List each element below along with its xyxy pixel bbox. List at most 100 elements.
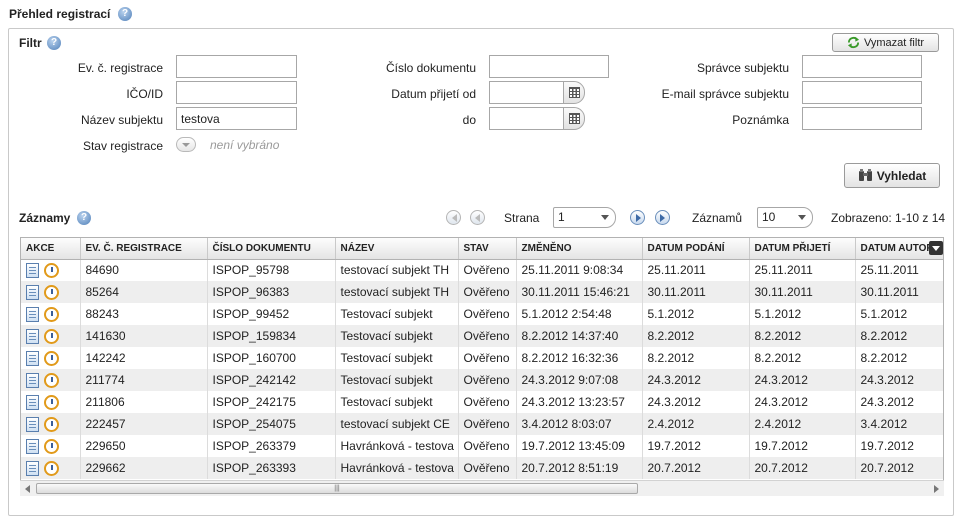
table-row[interactable]: 229662 ISPOP_263393 Havránková - testova Ov… (21, 457, 943, 479)
clock-icon[interactable] (44, 262, 59, 278)
cislo-dokumentu-input[interactable] (489, 55, 609, 78)
cell-datum-autor: 8.2.2012 (855, 325, 943, 347)
col-datum-podani[interactable]: DATUM PODÁNÍ (642, 238, 750, 260)
last-page-button[interactable] (655, 210, 670, 225)
clock-icon[interactable] (44, 394, 59, 410)
cell-datum-prijeti: 2.4.2012 (749, 413, 856, 435)
cell-nazev: Havránková - testova (335, 435, 459, 457)
col-nazev[interactable]: NÁZEV (335, 238, 459, 260)
cell-zmeneno: 24.3.2012 13:23:57 (516, 391, 643, 413)
table-row[interactable]: 141630 ISPOP_159834 Testovací subjekt Ověře… (21, 325, 943, 347)
row-actions (21, 391, 81, 413)
col-stav[interactable]: STAV (458, 238, 517, 260)
cell-cislo-dokumentu: ISPOP_263393 (207, 457, 336, 479)
poznamka-input[interactable] (802, 107, 922, 130)
datum-do-calendar-button[interactable] (563, 107, 585, 130)
next-page-button[interactable] (630, 210, 645, 225)
spravce-subjektu-input[interactable] (802, 55, 922, 78)
col-zmeneno[interactable]: ZMĚNĚNO (516, 238, 643, 260)
table-row[interactable]: 211806 ISPOP_242175 Testovací subjekt Ověře… (21, 391, 943, 413)
help-icon[interactable]: ? (118, 7, 132, 21)
cell-datum-podani: 20.7.2012 (642, 457, 750, 479)
datum-prijeti-do-input[interactable] (489, 107, 564, 130)
cell-cislo-dokumentu: ISPOP_95798 (207, 259, 336, 281)
page-select[interactable]: 1 (553, 207, 616, 228)
document-icon[interactable] (26, 394, 39, 410)
datum-prijeti-od-input[interactable] (489, 81, 564, 104)
table-row[interactable]: 142242 ISPOP_160700 Testovací subjekt Ověře… (21, 347, 943, 369)
prev-page-button[interactable] (470, 210, 485, 225)
cell-datum-podani: 24.3.2012 (642, 391, 750, 413)
table-row[interactable]: 229650 ISPOP_263379 Havránková - testova Ov… (21, 435, 943, 457)
clock-icon[interactable] (44, 350, 59, 366)
email-spravce-input[interactable] (802, 81, 922, 104)
clock-icon[interactable] (44, 306, 59, 322)
document-icon[interactable] (26, 328, 39, 344)
shown-range-text: Zobrazeno: 1-10 z 14 (831, 211, 946, 225)
document-icon[interactable] (26, 306, 39, 322)
ev-c-registrace-input[interactable] (176, 55, 297, 78)
records-grid: AKCE EV. Č. REGISTRACE ČÍSLO DOKUMENTU N… (20, 237, 944, 496)
document-icon[interactable] (26, 262, 39, 278)
cell-cislo-dokumentu: ISPOP_160700 (207, 347, 336, 369)
scrollbar-thumb[interactable]: ||| (36, 483, 638, 494)
cell-datum-autor: 3.4.2012 (855, 413, 943, 435)
document-icon[interactable] (26, 284, 39, 300)
records-help-icon[interactable]: ? (77, 211, 91, 225)
nazev-subjektu-input[interactable] (176, 107, 297, 130)
table-row[interactable]: 222457 ISPOP_254075 testovací subjekt CE Ov… (21, 413, 943, 435)
first-page-button[interactable] (446, 210, 461, 225)
cell-datum-prijeti: 30.11.2011 (749, 281, 856, 303)
cell-stav: Ověřeno (458, 303, 517, 325)
cell-zmeneno: 19.7.2012 13:45:09 (516, 435, 643, 457)
filter-help-icon[interactable]: ? (47, 36, 61, 50)
horizontal-scrollbar[interactable]: ||| (20, 480, 944, 496)
stav-registrace-value: není vybráno (210, 138, 280, 152)
column-menu-button[interactable] (929, 241, 943, 255)
clock-icon[interactable] (44, 416, 59, 432)
datum-od-calendar-button[interactable] (563, 81, 585, 104)
cell-datum-prijeti: 19.7.2012 (749, 435, 856, 457)
calendar-icon (568, 87, 580, 98)
document-icon[interactable] (26, 438, 39, 454)
clock-icon[interactable] (44, 460, 59, 476)
table-row[interactable]: 211774 ISPOP_242142 Testovací subjekt Ověře… (21, 369, 943, 391)
chevron-down-icon (601, 215, 609, 220)
cell-datum-prijeti: 25.11.2011 (749, 259, 856, 281)
clock-icon[interactable] (44, 328, 59, 344)
cell-zmeneno: 25.11.2011 9:08:34 (516, 259, 643, 281)
row-actions (21, 281, 81, 303)
table-row[interactable]: 88243 ISPOP_99452 Testovací subjekt Ověřeno… (21, 303, 943, 325)
ico-id-input[interactable] (176, 81, 297, 104)
document-icon[interactable] (26, 416, 39, 432)
document-icon[interactable] (26, 350, 39, 366)
calendar-icon (568, 113, 580, 124)
page-title: Přehled registrací (9, 7, 111, 21)
search-button[interactable]: Vyhledat (844, 163, 940, 188)
email-spravce-label: E-mail správce subjektu (661, 87, 789, 101)
scroll-right-icon[interactable] (934, 485, 939, 493)
cell-zmeneno: 5.1.2012 2:54:48 (516, 303, 643, 325)
document-icon[interactable] (26, 372, 39, 388)
scroll-left-icon[interactable] (25, 485, 30, 493)
document-icon[interactable] (26, 460, 39, 476)
cell-ev-c-registrace: 85264 (80, 281, 208, 303)
cell-datum-podani: 19.7.2012 (642, 435, 750, 457)
stav-registrace-dropdown[interactable] (176, 137, 196, 152)
col-ev-c-registrace[interactable]: EV. Č. REGISTRACE (80, 238, 208, 260)
clear-filter-button[interactable]: Vymazat filtr (832, 33, 939, 52)
clock-icon[interactable] (44, 438, 59, 454)
prev-page-icon (475, 214, 480, 222)
col-datum-prijeti[interactable]: DATUM PŘIJETÍ (749, 238, 856, 260)
clock-icon[interactable] (44, 372, 59, 388)
clock-icon[interactable] (44, 284, 59, 300)
cell-ev-c-registrace: 84690 (80, 259, 208, 281)
cell-datum-prijeti: 5.1.2012 (749, 303, 856, 325)
records-count-select[interactable]: 10 (757, 207, 813, 228)
table-row[interactable]: 84690 ISPOP_95798 testovací subjekt TH Ověř… (21, 259, 943, 281)
table-row[interactable]: 85264 ISPOP_96383 testovací subjekt TH Ověř… (21, 281, 943, 303)
cell-cislo-dokumentu: ISPOP_254075 (207, 413, 336, 435)
col-akce[interactable]: AKCE (21, 238, 81, 260)
col-cislo-dokumentu[interactable]: ČÍSLO DOKUMENTU (207, 238, 336, 260)
cell-ev-c-registrace: 229662 (80, 457, 208, 479)
